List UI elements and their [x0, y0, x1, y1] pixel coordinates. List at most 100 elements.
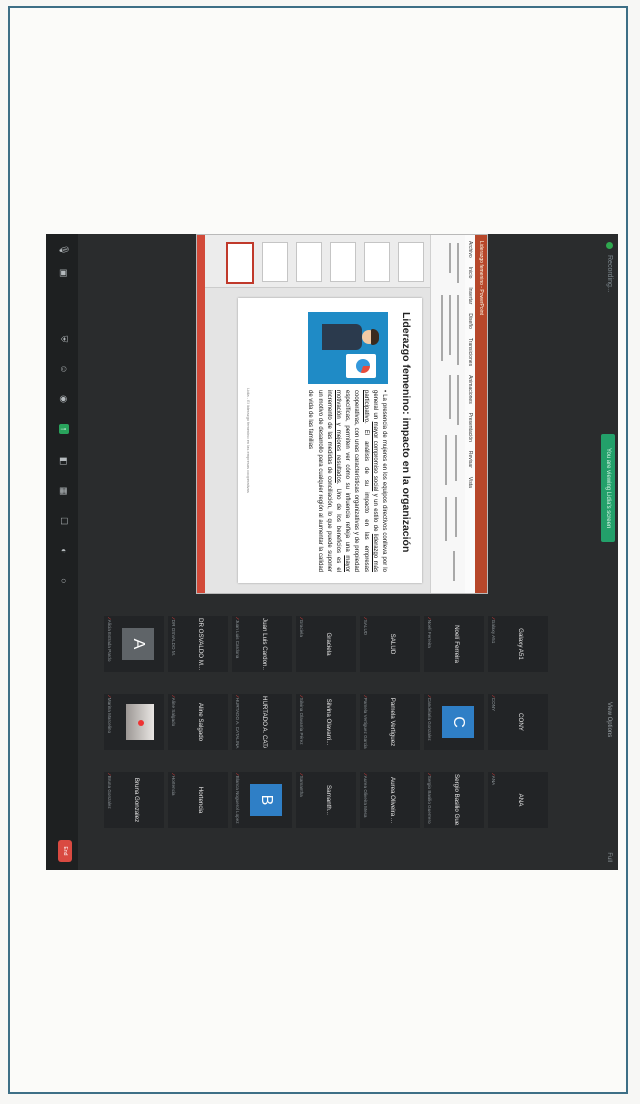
participants-icon[interactable]: ☺: [59, 364, 69, 374]
muted-mic-icon: ⁄: [299, 774, 304, 775]
recording-indicator[interactable]: Recording...: [606, 242, 613, 293]
participant-tile[interactable]: A ⁄Alicia Estrada Pardo: [104, 616, 164, 672]
ribbon-group[interactable]: [445, 435, 447, 485]
participant-label-text: CONY: [491, 697, 496, 712]
participant-label-text: Galaxy A51: [491, 619, 496, 644]
apps-icon[interactable]: ◐: [59, 546, 69, 556]
participant-tile[interactable]: C ⁄Candelaria Gonzalez: [424, 694, 484, 750]
ribbon-group[interactable]: [449, 295, 451, 355]
participant-tile[interactable]: Silvina Olavarri... ⁄Silvina Olavarria Pé…: [296, 694, 356, 750]
muted-mic-icon: ⁄: [235, 696, 240, 697]
ribbon-group[interactable]: [449, 243, 451, 273]
participant-tile[interactable]: Juan Luis Cardon... ⁄Juan Luis Cardona: [232, 616, 292, 672]
chart-card: [346, 354, 376, 378]
participant-name: Silvina Olavarri...: [325, 698, 332, 746]
participant-label: ⁄CONY: [491, 696, 496, 711]
participant-tile[interactable]: Aurea Oliveira ... ⁄Aurea Oliveira Mesa: [360, 772, 420, 828]
ribbon-group[interactable]: [453, 551, 455, 581]
ppt-tab[interactable]: Transiciones: [465, 338, 475, 366]
slide-thumbnail[interactable]: [398, 242, 424, 282]
ribbon-group[interactable]: [455, 435, 457, 481]
muted-mic-icon: ⁄: [299, 696, 304, 697]
participant-tile[interactable]: B ⁄Blanca Noguerol Lopez: [232, 772, 292, 828]
video-icon[interactable]: ▣: [59, 268, 69, 278]
participant-label-text: Aurea Oliveira Mesa: [363, 775, 368, 818]
breakout-rooms-icon[interactable]: ▦: [59, 486, 69, 496]
mute-icon[interactable]: 🎙: [59, 244, 69, 255]
reactions-icon[interactable]: ☐: [59, 516, 69, 526]
recording-dot-icon: [606, 242, 613, 249]
participant-tile[interactable]: CONY ⁄CONY: [488, 694, 548, 750]
end-meeting-button[interactable]: End: [58, 840, 72, 862]
slide-editing-area: Liderazgo femenino: impacto en la organi…: [197, 288, 430, 593]
slide-thumbnail[interactable]: [364, 242, 390, 282]
ppt-tab[interactable]: Animaciones: [465, 375, 475, 404]
muted-mic-icon: ⁄: [363, 774, 368, 775]
slide-thumbnail[interactable]: [296, 242, 322, 282]
slide-thumbnail-active[interactable]: [226, 242, 254, 284]
security-icon[interactable]: ⛨: [59, 334, 69, 344]
view-options-button[interactable]: View Options: [606, 702, 612, 737]
participant-tile[interactable]: HURTADO A. CATAL... ⁄HURTADO A. CATALINA: [232, 694, 292, 750]
businesswoman-illustration: [308, 312, 388, 384]
ppt-tab[interactable]: Inicio: [465, 267, 475, 279]
ribbon-group[interactable]: [457, 243, 459, 283]
participant-tile[interactable]: ANA ⁄ANA: [488, 772, 548, 828]
slide-title: Liderazgo femenino: impacto en la organi…: [400, 312, 412, 553]
participant-tile[interactable]: Noelí Ferreira ⁄Noelí Ferreira: [424, 616, 484, 672]
muted-mic-icon: ⁄: [235, 774, 240, 775]
participant-tile[interactable]: Sergio Basilio Gue... ⁄Sergio Basilio Gue…: [424, 772, 484, 828]
ppt-tab[interactable]: Revisar: [465, 451, 475, 468]
participant-name: Noelí Ferreira: [453, 625, 460, 663]
more-icon[interactable]: ○: [59, 576, 69, 586]
participant-name: Juan Luis Cardon...: [261, 618, 268, 670]
participant-tile[interactable]: DR OSVALDO M... ⁄DR OSVALDO M.: [168, 616, 228, 672]
ppt-tab[interactable]: Diseño: [465, 313, 475, 329]
participant-label-text: Pamela Vertiguez Garcia: [363, 697, 368, 749]
participant-tile[interactable]: ⁄Marina Marcelino: [104, 694, 164, 750]
participant-label-text: Samantha: [299, 775, 304, 797]
ppt-tab[interactable]: Insertar: [465, 287, 475, 304]
ppt-tab[interactable]: Vista: [465, 477, 475, 488]
participant-tile[interactable]: Hortencia ⁄Hortencia: [168, 772, 228, 828]
ribbon-group[interactable]: [455, 497, 457, 537]
meeting-top-bar: Recording... You are viewing Lidia's scr…: [596, 234, 618, 870]
participant-name: Graciela: [325, 632, 332, 656]
zoom-meeting-window: Recording... You are viewing Lidia's scr…: [46, 234, 618, 870]
participant-tile[interactable]: Galaxy A51 ⁄Galaxy A51: [488, 616, 548, 672]
record-icon[interactable]: ◧: [59, 456, 69, 466]
participant-tile[interactable]: Graciela ⁄Graciela: [296, 616, 356, 672]
fullscreen-button[interactable]: Full: [606, 852, 612, 862]
ppt-body: Liderazgo femenino: impacto en la organi…: [197, 235, 430, 593]
muted-mic-icon: ⁄: [427, 774, 432, 775]
ribbon-group[interactable]: [449, 375, 451, 419]
ppt-tab[interactable]: Presentación: [465, 413, 475, 442]
ribbon-group[interactable]: [441, 295, 443, 361]
slide-text-part: y un estilo de: [371, 493, 378, 532]
shared-powerpoint-window: Liderazgo femenino - PowerPoint Archivo …: [196, 234, 488, 594]
ribbon-group[interactable]: [457, 375, 459, 425]
share-screen-icon[interactable]: ↑: [59, 424, 69, 434]
ribbon-group[interactable]: [445, 497, 447, 541]
person-hair: [371, 329, 379, 345]
screen-share-banner[interactable]: You are viewing Lidia's screen: [601, 434, 615, 543]
participant-tile[interactable]: SALUD ⁄SALUD: [360, 616, 420, 672]
participant-label-text: Alicia Estrada Pardo: [107, 619, 112, 662]
slide-thumbnail[interactable]: [262, 242, 288, 282]
participant-name: Hortencia: [197, 786, 204, 814]
participant-label: ⁄DR OSVALDO M.: [171, 618, 176, 656]
participant-label-text: Aline Salgado: [171, 697, 176, 727]
participant-tile[interactable]: Samanth... ⁄Samantha: [296, 772, 356, 828]
participant-tile[interactable]: Bruna Gonzalez ⁄Bruna Gonzalez: [104, 772, 164, 828]
current-slide[interactable]: Liderazgo femenino: impacto en la organi…: [238, 298, 422, 583]
chat-icon[interactable]: ◉: [59, 394, 69, 404]
participant-name: Aline Salgado: [197, 702, 204, 742]
participant-name: SALUD: [389, 633, 396, 655]
ppt-tab[interactable]: Archivo: [465, 241, 475, 258]
participant-tile[interactable]: Pamela Vertiguez ⁄Pamela Vertiguez Garcia: [360, 694, 420, 750]
participant-tile[interactable]: Aline Salgado ⁄Aline Salgado: [168, 694, 228, 750]
participant-label: ⁄Sergio Basilio Guerrero: [427, 774, 432, 824]
slide-thumbnail[interactable]: [330, 242, 356, 282]
participant-name: ANA: [517, 793, 524, 807]
ribbon-group[interactable]: [457, 295, 459, 365]
